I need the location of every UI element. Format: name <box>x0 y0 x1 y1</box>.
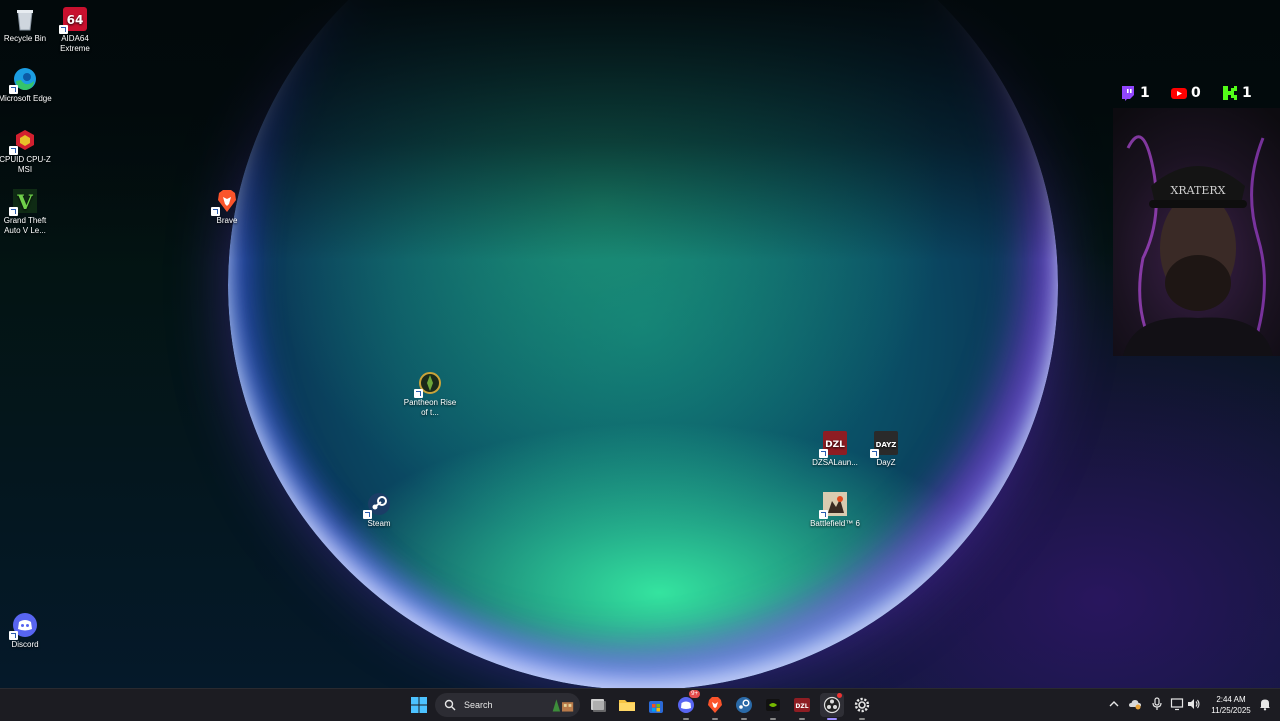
desktop-wallpaper <box>0 0 1280 688</box>
discord-icon <box>9 612 38 640</box>
kick-icon <box>1223 86 1237 100</box>
edge-icon <box>9 66 38 94</box>
volume-button[interactable] <box>1186 697 1200 711</box>
desktop-icon-pantheon[interactable]: Pantheon Rise of t... <box>402 370 458 418</box>
taskbar-brave[interactable] <box>703 693 727 720</box>
taskbar-nvidia-app[interactable] <box>761 693 785 720</box>
chevron-up-icon <box>1109 701 1119 707</box>
task-view-icon <box>591 699 606 712</box>
brave-icon <box>708 697 722 713</box>
desktop-icon-aida64[interactable]: 64 AIDA64 Extreme <box>47 6 103 54</box>
desktop-icon-gta[interactable]: V Grand Theft Auto V Le... <box>0 188 53 236</box>
svg-text:DZL: DZL <box>825 440 845 450</box>
dayz-icon: DAYZ <box>870 430 899 458</box>
svg-text:64: 64 <box>67 13 84 27</box>
twitch-icon <box>1122 86 1134 101</box>
network-button[interactable] <box>1170 697 1184 711</box>
store-icon <box>649 701 663 713</box>
task-view-button[interactable] <box>586 693 610 717</box>
cloud-icon <box>1129 700 1141 710</box>
brave-icon <box>211 188 240 216</box>
cpuz-icon <box>9 127 38 155</box>
steam-icon <box>736 697 752 713</box>
taskbar-file-explorer[interactable] <box>615 693 639 717</box>
network-icon <box>1170 698 1184 711</box>
discord-icon <box>678 697 694 713</box>
bell-icon <box>1260 699 1270 711</box>
svg-text:DZL: DZL <box>795 703 808 710</box>
search-input[interactable] <box>462 699 546 711</box>
pantheon-icon <box>414 370 443 398</box>
windows-logo-icon <box>411 697 427 713</box>
svg-text:DAYZ: DAYZ <box>876 441 897 449</box>
twitch-viewer-counter: 1 <box>1120 84 1150 102</box>
recycle-bin-icon <box>12 6 38 32</box>
taskbar-steam[interactable] <box>732 693 756 720</box>
microphone-button[interactable] <box>1150 697 1164 711</box>
youtube-icon <box>1171 88 1187 99</box>
taskbar-microsoft-store[interactable] <box>644 693 668 717</box>
gear-icon <box>854 697 870 713</box>
clock-time: 2:44 AM <box>1216 695 1246 704</box>
kick-viewer-counter: 1 <box>1222 84 1252 102</box>
webcam-overlay: XRATERX <box>1113 108 1280 356</box>
desktop-icon-brave[interactable]: Brave <box>199 188 255 226</box>
tray-app-icon[interactable] <box>1128 697 1142 711</box>
desktop-icon-recycle-bin[interactable]: Recycle Bin <box>0 6 53 44</box>
dzsa-icon: DZL <box>819 430 848 458</box>
folder-icon <box>619 700 635 711</box>
search-icon <box>444 699 456 711</box>
desktop-icon-dzsa[interactable]: DZL DZSALaun... <box>807 430 863 468</box>
gta-icon: V <box>9 188 38 216</box>
svg-text:V: V <box>16 190 33 214</box>
search-highlight-icon <box>552 699 574 712</box>
desktop-icon-edge[interactable]: Microsoft Edge <box>0 66 53 104</box>
start-button[interactable] <box>407 693 431 717</box>
recording-indicator <box>837 693 842 698</box>
taskbar-obs-studio[interactable] <box>820 693 844 720</box>
notifications-button[interactable] <box>1258 697 1272 711</box>
battlefield-icon <box>819 491 848 519</box>
speaker-icon <box>1188 699 1200 709</box>
desktop-icon-cpuz[interactable]: CPUID CPU-Z MSI <box>0 127 53 175</box>
discord-notification-badge: 9+ <box>689 690 700 698</box>
taskbar-settings[interactable] <box>850 693 874 720</box>
microphone-icon <box>1152 697 1162 710</box>
taskbar-dzsa-launcher[interactable]: DZL <box>790 693 814 720</box>
dzsa-icon: DZL <box>794 698 810 712</box>
nvidia-icon <box>766 699 780 711</box>
streamer-portrait: XRATERX <box>1123 135 1273 356</box>
show-hidden-icons-button[interactable] <box>1107 697 1121 711</box>
taskbar-search-box[interactable] <box>435 693 580 717</box>
desktop-icon-dayz[interactable]: DAYZ DayZ <box>858 430 914 468</box>
svg-text:XRATERX: XRATERX <box>1171 184 1226 197</box>
steam-icon <box>363 491 392 519</box>
clock-date: 11/25/2025 <box>1211 706 1251 715</box>
youtube-viewer-counter: 0 <box>1171 84 1201 102</box>
desktop-icon-steam[interactable]: Steam <box>351 491 407 529</box>
aida64-icon: 64 <box>59 6 88 34</box>
taskbar-discord[interactable]: 9+ <box>674 690 700 720</box>
desktop-icon-battlefield[interactable]: Battlefield™ 6 <box>807 491 863 529</box>
taskbar: 9+ DZL 2:44 AM 11/25/2 <box>0 688 1280 721</box>
obs-icon <box>823 696 841 714</box>
taskbar-clock[interactable]: 2:44 AM 11/25/2025 <box>1205 694 1257 716</box>
desktop-icon-discord[interactable]: Discord <box>0 612 53 650</box>
